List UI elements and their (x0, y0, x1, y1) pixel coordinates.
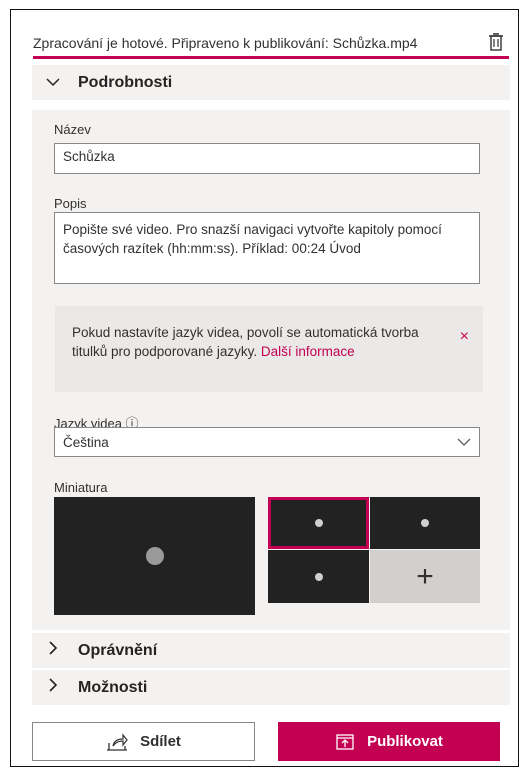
thumbnail-option-3[interactable] (268, 550, 369, 603)
info-text: Pokud nastavíte jazyk videa, povolí se a… (72, 323, 442, 361)
thumbnail-label: Miniatura (54, 480, 108, 495)
section-permissions-header[interactable]: Oprávnění (32, 633, 510, 668)
thumbnail-option-2[interactable] (370, 497, 480, 549)
thumbnail-dot (421, 519, 429, 527)
language-select[interactable]: Čeština (54, 427, 480, 457)
status-underline (33, 56, 509, 59)
section-options-label: Možnosti (78, 678, 148, 696)
chevron-down-icon (457, 434, 471, 450)
thumbnail-dot (314, 519, 323, 527)
status-bar: Zpracování je hotové. Připraveno k publi… (11, 10, 517, 59)
chevron-right-icon (46, 678, 60, 697)
trash-icon[interactable] (488, 33, 504, 51)
section-details-label: Podrobnosti (78, 73, 173, 91)
add-thumbnail-button[interactable]: + (370, 550, 480, 603)
share-icon (107, 732, 128, 751)
name-input[interactable]: Schůzka (54, 143, 480, 174)
publish-button[interactable]: Publikovat (278, 722, 500, 761)
share-button[interactable]: Sdílet (32, 722, 255, 761)
chevron-down-icon (46, 74, 60, 92)
share-label: Sdílet (140, 733, 181, 750)
section-details-header[interactable]: Podrobnosti (32, 65, 510, 100)
description-textarea[interactable]: Popište své video. Pro snazší navigaci v… (54, 212, 480, 284)
chevron-right-icon (46, 641, 60, 660)
section-options-header[interactable]: Možnosti (32, 670, 510, 705)
section-permissions-label: Oprávnění (78, 641, 158, 659)
thumbnail-preview-dot (146, 547, 164, 565)
close-icon[interactable]: × (460, 328, 469, 346)
language-info-box: Pokud nastavíte jazyk videa, povolí se a… (55, 306, 483, 392)
description-label: Popis (54, 196, 87, 211)
plus-icon: + (416, 559, 434, 593)
thumbnail-option-1[interactable] (268, 497, 369, 549)
info-more-link[interactable]: Další informace (261, 344, 355, 359)
publish-icon (336, 733, 354, 750)
status-text: Zpracování je hotové. Připraveno k publi… (33, 35, 418, 51)
thumbnail-preview (54, 497, 255, 615)
thumbnail-dot (314, 572, 323, 581)
publish-label: Publikovat (367, 733, 443, 750)
language-value: Čeština (63, 434, 109, 450)
upload-panel: Zpracování je hotové. Připraveno k publi… (10, 9, 519, 767)
name-label: Název (54, 122, 91, 137)
info-message: Pokud nastavíte jazyk videa, povolí se a… (72, 325, 419, 359)
